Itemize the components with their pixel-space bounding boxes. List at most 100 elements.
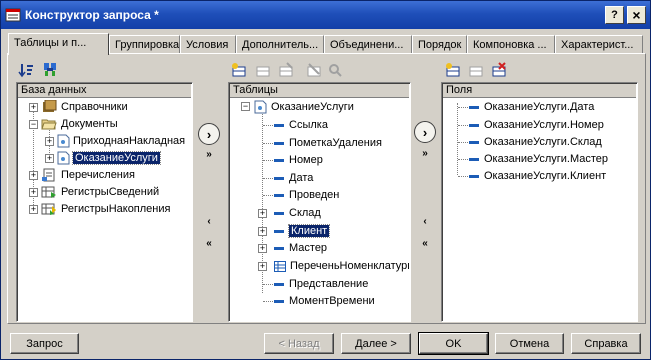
tab-order[interactable]: Порядок (412, 35, 467, 54)
help-button[interactable]: Справка (571, 333, 641, 354)
field-client[interactable]: Клиент (274, 223, 331, 239)
catalogs-icon (43, 100, 57, 112)
add-row-icon (446, 63, 460, 77)
tree-item-label: ПриходнаяНакладная (73, 135, 186, 147)
field-icon (274, 158, 284, 162)
query-button[interactable]: Запрос (10, 333, 79, 354)
close-window-button[interactable]: × (627, 6, 646, 24)
cancel-button[interactable]: Отмена (495, 333, 564, 354)
info-registers-icon (41, 186, 56, 198)
field-master[interactable]: Мастер (274, 240, 327, 256)
remove-all-tables-button[interactable]: « (199, 236, 219, 250)
field-label: ОказаниеУслуги.Клиент (484, 170, 607, 182)
delete-table-toolbar-button[interactable] (305, 61, 323, 79)
find-table-toolbar-button[interactable] (326, 61, 344, 79)
tree-item-catalogs[interactable]: Справочники (41, 99, 128, 115)
tree-item-info-registers[interactable]: РегистрыСведений (41, 184, 159, 200)
selected-field-client[interactable]: ОказаниеУслуги.Клиент (469, 168, 606, 184)
accumulation-registers-icon (41, 203, 56, 215)
copy-field-toolbar-button[interactable] (467, 61, 485, 79)
next-button[interactable]: Далее > (341, 333, 411, 354)
field-icon (274, 246, 284, 250)
field-posted[interactable]: Проведен (274, 187, 339, 203)
tab-conditions[interactable]: Условия (180, 35, 236, 54)
title-bar[interactable]: Конструктор запроса * ? × (1, 1, 650, 29)
field-label: ОказаниеУслуги.Дата (484, 101, 595, 113)
tree-item-label: Справочники (61, 101, 128, 113)
selected-field-date[interactable]: ОказаниеУслуги.Дата (469, 99, 594, 115)
fields-list[interactable]: ОказаниеУслуги.Дата ОказаниеУслуги.Номер… (443, 99, 636, 320)
expand-toggle[interactable]: + (29, 205, 38, 214)
database-tree[interactable]: + Справочники − Документы + ПриходнаяНак… (18, 99, 191, 320)
delete-field-toolbar-button[interactable] (490, 61, 508, 79)
remove-all-fields-button[interactable]: « (415, 236, 435, 250)
tree-item-documents[interactable]: Документы (41, 116, 118, 132)
field-label: Проведен (289, 189, 340, 201)
tree-item-service-provision[interactable]: ОказаниеУслуги (57, 150, 161, 166)
tab-label: Характерист... (561, 39, 634, 51)
field-warehouse[interactable]: Склад (274, 205, 321, 221)
remove-table-button[interactable]: ‹ (199, 214, 219, 228)
chevron-left-icon: ‹ (207, 215, 211, 227)
help-title-button[interactable]: ? (605, 6, 624, 24)
query-button-label: Запрос (26, 337, 63, 350)
add-all-fields-button[interactable]: » (415, 146, 435, 160)
add-table-button[interactable]: › (198, 123, 220, 145)
tree-item-accumulation-registers[interactable]: РегистрыНакопления (41, 201, 170, 217)
field-number[interactable]: Номер (274, 152, 323, 168)
tab-tables-and-fields[interactable]: Таблицы и п... (8, 33, 109, 55)
field-point-in-time[interactable]: МоментВремени (274, 293, 375, 309)
tables-tree[interactable]: − ОказаниеУслуги Ссылка ПометкаУдаления … (230, 99, 409, 320)
copy-table-toolbar-button[interactable] (254, 61, 272, 79)
back-button-label: < Назад (278, 337, 320, 350)
tree-item-incoming-invoice[interactable]: ПриходнаяНакладная (57, 133, 185, 149)
enumerations-icon (42, 168, 55, 182)
window-title: Конструктор запроса * (25, 8, 159, 22)
collapse-toggle[interactable]: − (29, 120, 38, 129)
add-all-tables-button[interactable]: » (199, 147, 219, 161)
back-button[interactable]: < Назад (264, 333, 334, 354)
database-panel: База данных + Справочники − Документы + … (16, 82, 193, 322)
double-chevron-right-icon: » (206, 148, 212, 160)
selected-field-warehouse[interactable]: ОказаниеУслуги.Склад (469, 134, 602, 150)
tab-additional[interactable]: Дополнитель... (236, 35, 324, 54)
field-icon (274, 299, 284, 303)
expand-toggle[interactable]: + (45, 154, 54, 163)
tree-item-enumerations[interactable]: Перечисления (41, 167, 135, 183)
add-table-toolbar-button[interactable] (230, 61, 248, 79)
add-field-button[interactable]: › (414, 121, 436, 143)
tab-layout[interactable]: Компоновка ... (467, 35, 555, 54)
field-presentation[interactable]: Представление (274, 276, 368, 292)
selected-field-number[interactable]: ОказаниеУслуги.Номер (469, 117, 604, 133)
remove-field-button[interactable]: ‹ (415, 214, 435, 228)
tables-root-service-provision[interactable]: ОказаниеУслуги (254, 99, 354, 115)
sort-tree-button[interactable] (17, 61, 35, 79)
add-row-icon (232, 63, 246, 77)
edit-table-toolbar-button[interactable] (277, 61, 295, 79)
expand-toggle[interactable]: + (258, 262, 267, 271)
expand-toggle[interactable]: + (258, 244, 267, 253)
field-label: ПереченьНоменклатуры (290, 260, 409, 272)
expand-toggle[interactable]: + (29, 171, 38, 180)
expand-toggle[interactable]: + (29, 103, 38, 112)
selected-field-master[interactable]: ОказаниеУслуги.Мастер (469, 151, 608, 167)
tab-unions[interactable]: Объединени... (324, 35, 412, 54)
expand-toggle[interactable]: + (45, 137, 54, 146)
field-nomenclature-list[interactable]: ПереченьНоменклатуры (274, 258, 409, 274)
add-field-toolbar-button[interactable] (444, 61, 462, 79)
expand-toggle[interactable]: + (29, 188, 38, 197)
field-deletion-mark[interactable]: ПометкаУдаления (274, 135, 382, 151)
ok-button[interactable]: OK (418, 332, 489, 355)
expand-toggle[interactable]: + (258, 227, 267, 236)
chevron-right-icon: › (422, 124, 428, 140)
tab-characteristics[interactable]: Характерист... (555, 35, 643, 54)
find-object-button[interactable] (41, 61, 59, 79)
collapse-toggle[interactable]: − (241, 102, 250, 111)
field-ref[interactable]: Ссылка (274, 117, 328, 133)
field-icon (469, 140, 479, 144)
field-date[interactable]: Дата (274, 170, 313, 186)
open-folder-icon (41, 119, 57, 130)
tab-grouping[interactable]: Группировка (109, 35, 180, 54)
expand-toggle[interactable]: + (258, 209, 267, 218)
document-icon (254, 100, 267, 114)
